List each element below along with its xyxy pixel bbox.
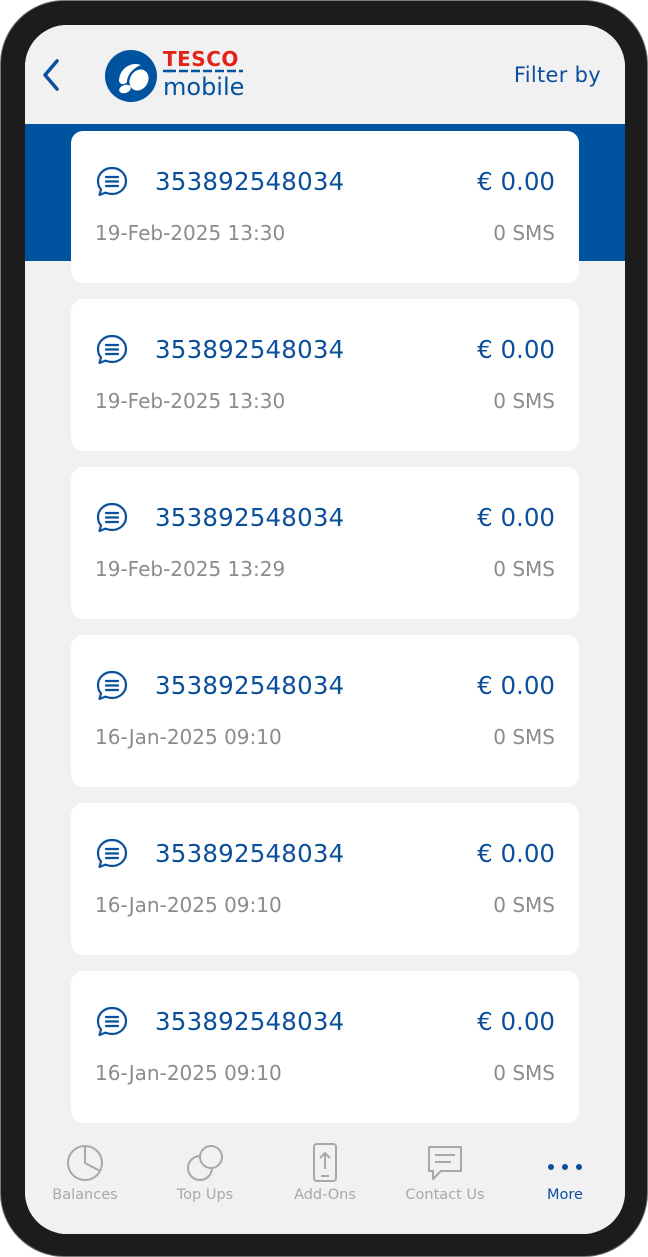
usage-count: 0 SMS [493, 725, 555, 749]
tab-label: More [547, 1187, 583, 1203]
more-dots-icon [548, 1164, 582, 1170]
usage-count: 0 SMS [493, 557, 555, 581]
usage-count: 0 SMS [493, 389, 555, 413]
phone-number: 353892548034 [155, 335, 345, 364]
phone-number: 353892548034 [155, 671, 345, 700]
message-icon [96, 334, 128, 365]
amount: € 0.00 [477, 671, 555, 700]
tesco-mobile-logo: TESCO mobile [105, 47, 255, 107]
usage-card[interactable]: 353892548034 € 0.00 19-Feb-2025 13:30 0 … [71, 131, 579, 283]
amount: € 0.00 [477, 335, 555, 364]
chat-icon [428, 1146, 462, 1180]
amount: € 0.00 [477, 167, 555, 196]
coins-icon [187, 1145, 223, 1181]
message-icon [96, 838, 128, 869]
message-icon [96, 502, 128, 533]
message-icon [96, 670, 128, 701]
phone-number: 353892548034 [155, 839, 345, 868]
phone-upload-icon [313, 1143, 337, 1182]
tab-more[interactable]: More [505, 1143, 625, 1213]
amount: € 0.00 [477, 503, 555, 532]
logo-mobile-text: mobile [163, 73, 244, 101]
usage-count: 0 SMS [493, 893, 555, 917]
phone-number: 353892548034 [155, 503, 345, 532]
phone-number: 353892548034 [155, 1007, 345, 1036]
filter-by-button[interactable]: Filter by [514, 63, 601, 87]
tab-top-ups[interactable]: Top Ups [145, 1143, 265, 1213]
datetime: 19-Feb-2025 13:29 [95, 557, 286, 581]
chevron-left-icon [43, 59, 59, 91]
logo-tesco-text: TESCO [163, 47, 239, 71]
usage-card[interactable]: 353892548034 € 0.00 16-Jan-2025 09:10 0 … [71, 971, 579, 1123]
amount: € 0.00 [477, 839, 555, 868]
tab-add-ons[interactable]: Add-Ons [265, 1143, 385, 1213]
datetime: 16-Jan-2025 09:10 [95, 893, 282, 917]
app-header: TESCO mobile Filter by [25, 25, 625, 125]
tab-balances[interactable]: Balances [25, 1143, 145, 1213]
datetime: 16-Jan-2025 09:10 [95, 1061, 282, 1085]
back-button[interactable] [37, 55, 69, 95]
usage-card[interactable]: 353892548034 € 0.00 19-Feb-2025 13:30 0 … [71, 299, 579, 451]
tab-label: Top Ups [176, 1187, 234, 1203]
usage-card[interactable]: 353892548034 € 0.00 16-Jan-2025 09:10 0 … [71, 803, 579, 955]
usage-count: 0 SMS [493, 1061, 555, 1085]
phone-number: 353892548034 [155, 167, 345, 196]
datetime: 16-Jan-2025 09:10 [95, 725, 282, 749]
pie-chart-icon [67, 1145, 103, 1181]
tab-label: Contact Us [405, 1187, 485, 1203]
tab-label: Balances [52, 1187, 118, 1203]
tab-contact-us[interactable]: Contact Us [385, 1143, 505, 1213]
message-icon [96, 1006, 128, 1037]
usage-card[interactable]: 353892548034 € 0.00 16-Jan-2025 09:10 0 … [71, 635, 579, 787]
usage-card[interactable]: 353892548034 € 0.00 19-Feb-2025 13:29 0 … [71, 467, 579, 619]
datetime: 19-Feb-2025 13:30 [95, 221, 286, 245]
usage-count: 0 SMS [493, 221, 555, 245]
app-screen: TESCO mobile Filter by 353892548034 € 0.… [25, 25, 625, 1234]
bottom-tab-bar: Balances Top Ups Add-Ons Contact Us More [25, 1125, 625, 1234]
usage-list: 353892548034 € 0.00 19-Feb-2025 13:30 0 … [71, 131, 579, 1139]
phone-frame: TESCO mobile Filter by 353892548034 € 0.… [0, 0, 648, 1257]
tab-label: Add-Ons [294, 1187, 356, 1203]
datetime: 19-Feb-2025 13:30 [95, 389, 286, 413]
amount: € 0.00 [477, 1007, 555, 1036]
message-icon [96, 166, 128, 197]
